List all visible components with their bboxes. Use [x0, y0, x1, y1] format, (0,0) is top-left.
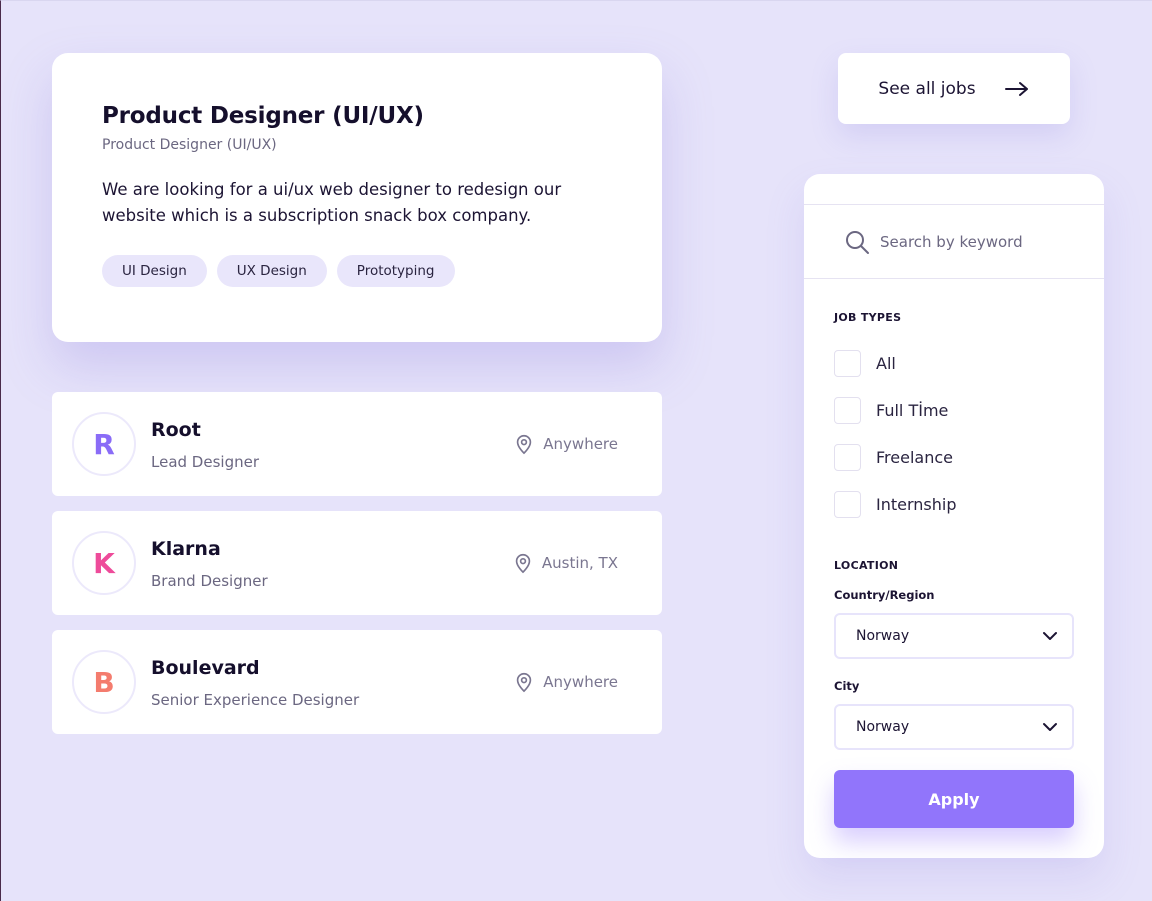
job-location-text: Austin, TX	[541, 554, 618, 572]
company-initial: B	[93, 665, 115, 699]
city-select-value: Norway	[856, 719, 910, 735]
job-location: Anywhere	[513, 671, 618, 693]
see-all-jobs-label: See all jobs	[878, 78, 976, 99]
map-pin-icon	[515, 553, 531, 574]
see-all-jobs-button[interactable]: See all jobs	[838, 53, 1070, 124]
apply-button[interactable]: Apply	[834, 770, 1074, 828]
map-pin-icon	[517, 672, 532, 693]
job-list-item[interactable]: R Root Lead Designer Anywhere	[52, 392, 662, 496]
featured-job-subtitle: Product Designer (UI/UX)	[102, 137, 277, 153]
country-select[interactable]: Norway	[834, 613, 1074, 659]
city-label: City	[834, 679, 860, 693]
company-initial: K	[93, 546, 115, 580]
job-list-item[interactable]: K Klarna Brand Designer Austin, TX	[52, 511, 662, 615]
company-name: Boulevard	[151, 657, 260, 679]
job-list-item[interactable]: B Boulevard Senior Experience Designer A…	[52, 630, 662, 734]
location-heading: LOCATION	[834, 559, 899, 572]
map-pin-icon	[517, 434, 532, 455]
featured-job-title: Product Designer (UI/UX)	[102, 103, 424, 129]
featured-job-card[interactable]: Product Designer (UI/UX) Product Designe…	[52, 53, 662, 342]
checkbox-label: All	[876, 354, 896, 373]
checkbox[interactable]	[834, 397, 861, 424]
skill-tags: UI Design UX Design Prototyping	[102, 255, 612, 287]
skill-tag[interactable]: UI Design	[102, 255, 207, 287]
job-type-option-internship[interactable]: Internship	[834, 491, 957, 518]
job-role: Brand Designer	[151, 572, 268, 590]
search-input[interactable]: Search by keyword	[804, 204, 1104, 279]
job-location: Austin, TX	[512, 552, 618, 574]
city-select[interactable]: Norway	[834, 704, 1074, 750]
job-role: Lead Designer	[151, 453, 259, 471]
company-avatar: B	[72, 650, 136, 714]
company-name: Klarna	[151, 538, 221, 560]
job-type-option-full-time[interactable]: Full Tİme	[834, 397, 948, 424]
search-placeholder: Search by keyword	[880, 232, 1023, 251]
job-location-text: Anywhere	[543, 673, 618, 691]
checkbox-label: Internship	[876, 495, 957, 514]
job-location-text: Anywhere	[543, 435, 618, 453]
company-avatar: R	[72, 412, 136, 476]
job-types-heading: JOB TYPES	[834, 311, 902, 324]
checkbox[interactable]	[834, 491, 861, 518]
chevron-down-icon	[1043, 723, 1057, 731]
skill-tag[interactable]: UX Design	[216, 255, 327, 287]
job-location: Anywhere	[513, 433, 618, 455]
job-role: Senior Experience Designer	[151, 691, 360, 709]
job-type-option-freelance[interactable]: Freelance	[834, 444, 953, 471]
arrow-right-icon	[1004, 81, 1028, 96]
country-select-value: Norway	[856, 628, 910, 644]
checkbox-label: Full Tİme	[876, 401, 949, 420]
chevron-down-icon	[1043, 632, 1057, 640]
company-initial: R	[93, 427, 115, 461]
company-avatar: K	[72, 531, 136, 595]
checkbox-label: Freelance	[876, 448, 953, 467]
checkbox[interactable]	[834, 444, 861, 471]
search-icon	[846, 230, 869, 254]
company-name: Root	[151, 419, 201, 441]
job-filter-panel: Search by keyword JOB TYPES All Full Tİm…	[804, 174, 1104, 858]
skill-tag[interactable]: Prototyping	[336, 255, 455, 287]
checkbox[interactable]	[834, 350, 861, 377]
job-type-option-all[interactable]: All	[834, 350, 896, 377]
featured-job-description: We are looking for a ui/ux web designer …	[102, 180, 562, 225]
country-label: Country/Region	[834, 588, 935, 602]
